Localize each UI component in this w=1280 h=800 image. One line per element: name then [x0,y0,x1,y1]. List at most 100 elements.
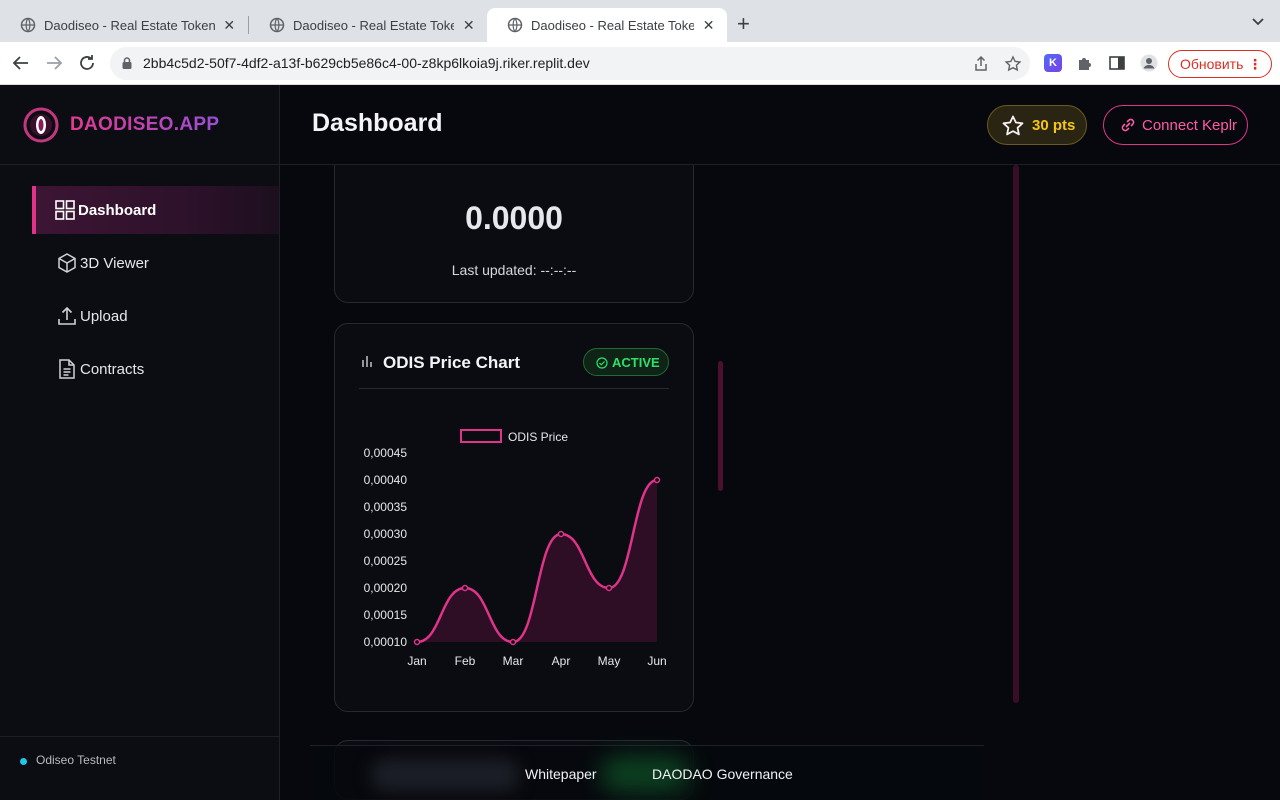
forward-arrow-icon[interactable] [43,52,65,74]
x-tick-label: Jan [407,654,426,668]
share-icon[interactable] [972,55,990,73]
brand-name: DAODISEO.APP [70,114,220,135]
blurred-element [370,758,520,792]
link-icon [1121,118,1135,132]
document-icon [59,359,75,379]
star-icon [1002,115,1024,136]
status-label: ACTIVE [612,355,660,370]
main-content: 0.0000 Last updated: --:--:-- ODIS Price… [280,165,1280,800]
tab-title: Daodiseo - Real Estate Tokeniz [293,17,455,33]
data-point [509,638,517,646]
data-point [557,530,565,538]
app-header: Dashboard 30 pts Connect Keplr [280,85,1280,165]
data-point [413,638,421,646]
y-tick-label: 0,00015 [364,608,408,622]
update-browser-button[interactable]: Обновить ⋮ [1168,50,1272,78]
browser-tab-1[interactable]: Daodiseo - Real Estate Tokeniz ✕ [0,8,248,42]
x-tick-label: May [598,654,621,668]
browser-tab-2[interactable]: Daodiseo - Real Estate Tokeniz ✕ [249,8,487,42]
chart-title: ODIS Price Chart [383,353,520,372]
footer: Whitepaper DAODAO Governance [310,745,984,800]
browser-tab-3-active[interactable]: Daodiseo - Real Estate Tokeniz ✕ [487,8,727,42]
points-label: 30 pts [1032,117,1076,134]
page-scrollbar[interactable] [1013,165,1019,703]
divider [359,388,669,389]
browser-tab-strip: Daodiseo - Real Estate Tokeniz ✕ Daodise… [0,0,1280,42]
tab-title: Daodiseo - Real Estate Tokeniz [44,17,215,33]
sidebar-item-upload[interactable]: Upload [32,292,279,340]
y-tick-label: 0,00025 [364,554,408,568]
x-tick-label: Jun [647,654,666,668]
x-tick-label: Mar [503,654,524,668]
side-panel-icon[interactable] [1108,54,1126,72]
grid-icon [55,200,75,220]
upload-icon [58,306,76,325]
close-icon[interactable]: ✕ [221,17,238,34]
globe-icon [20,17,36,33]
legend-swatch [460,429,502,443]
status-badge: ACTIVE [583,348,669,376]
page-title: Dashboard [312,109,443,137]
reload-icon[interactable] [76,52,98,74]
bookmark-star-icon[interactable] [1004,55,1022,73]
card-scrollbar[interactable] [718,361,723,491]
sidebar-item-label: Dashboard [78,201,157,219]
keplr-extension-icon[interactable]: K [1044,54,1062,72]
update-label: Обновить [1180,56,1244,72]
legend-label: ODIS Price [508,430,568,444]
y-tick-label: 0,00035 [364,500,408,514]
sidebar-nav: Dashboard 3D Viewer Upload Contracts [32,186,279,398]
daodao-governance-link[interactable]: DAODAO Governance [652,766,793,782]
app-root: DAODISEO.APP Dashboard 3D Viewer Upload … [0,85,1280,800]
price-chart-card: ODIS Price Chart ACTIVE 0,00010 0,00015 0,… [334,323,694,712]
points-button[interactable]: 30 pts [987,105,1087,145]
lock-icon [122,57,132,69]
x-tick-label: Feb [455,654,476,668]
y-tick-label: 0,00010 [364,635,408,649]
price-value: 0.0000 [465,200,563,236]
sidebar-item-dashboard[interactable]: Dashboard [32,186,279,234]
browser-toolbar: 2bb4c5d2-50f7-4df2-a13f-b629cb5e86c4-00-… [0,42,1280,85]
y-tick-label: 0,00030 [364,527,408,541]
y-tick-label: 0,00020 [364,581,408,595]
sidebar-item-label: Upload [80,307,128,325]
network-label: Odiseo Testnet [36,753,116,767]
last-updated: Last updated: --:--:-- [451,262,577,278]
address-bar[interactable]: 2bb4c5d2-50f7-4df2-a13f-b629cb5e86c4-00-… [110,47,1030,80]
more-vert-icon: ⋮ [1248,56,1262,72]
x-tick-label: Apr [552,654,571,668]
tab-title: Daodiseo - Real Estate Tokeniz [531,17,695,33]
globe-icon [269,17,285,33]
sidebar-item-label: 3D Viewer [80,254,149,272]
cube-icon [58,253,76,273]
y-tick-label: 0,00045 [364,446,408,460]
data-point [653,476,661,484]
brand[interactable]: DAODISEO.APP [0,85,279,165]
sidebar-item-label: Contracts [80,360,145,378]
sidebar-item-3d-viewer[interactable]: 3D Viewer [32,239,279,287]
globe-icon [507,17,523,33]
series-area-fill [417,480,657,642]
chevron-down-icon[interactable] [1250,14,1266,30]
data-point [605,584,613,592]
url-text: 2bb4c5d2-50f7-4df2-a13f-b629cb5e86c4-00-… [143,55,590,71]
price-line-chart: 0,00010 0,00015 0,00020 0,00025 0,00030 0,000… [364,429,667,668]
price-card: 0.0000 Last updated: --:--:-- [334,165,694,303]
new-tab-icon[interactable]: + [737,13,750,35]
connect-label: Connect Keplr [1142,117,1238,134]
network-status-dot [20,758,27,765]
close-icon[interactable]: ✕ [700,17,717,34]
data-point [461,584,469,592]
profile-avatar-icon[interactable] [1140,54,1158,72]
network-status: Odiseo Testnet [0,736,279,800]
daodiseo-logo-icon [23,107,59,143]
connect-keplr-button[interactable]: Connect Keplr [1103,105,1248,145]
sidebar: DAODISEO.APP Dashboard 3D Viewer Upload … [0,85,280,800]
puzzle-icon[interactable] [1076,54,1094,72]
sidebar-item-contracts[interactable]: Contracts [32,345,279,393]
check-circle-icon [596,357,608,369]
close-icon[interactable]: ✕ [460,17,477,34]
whitepaper-link[interactable]: Whitepaper [525,766,597,782]
bar-chart-icon [362,356,372,367]
back-arrow-icon[interactable] [10,52,32,74]
